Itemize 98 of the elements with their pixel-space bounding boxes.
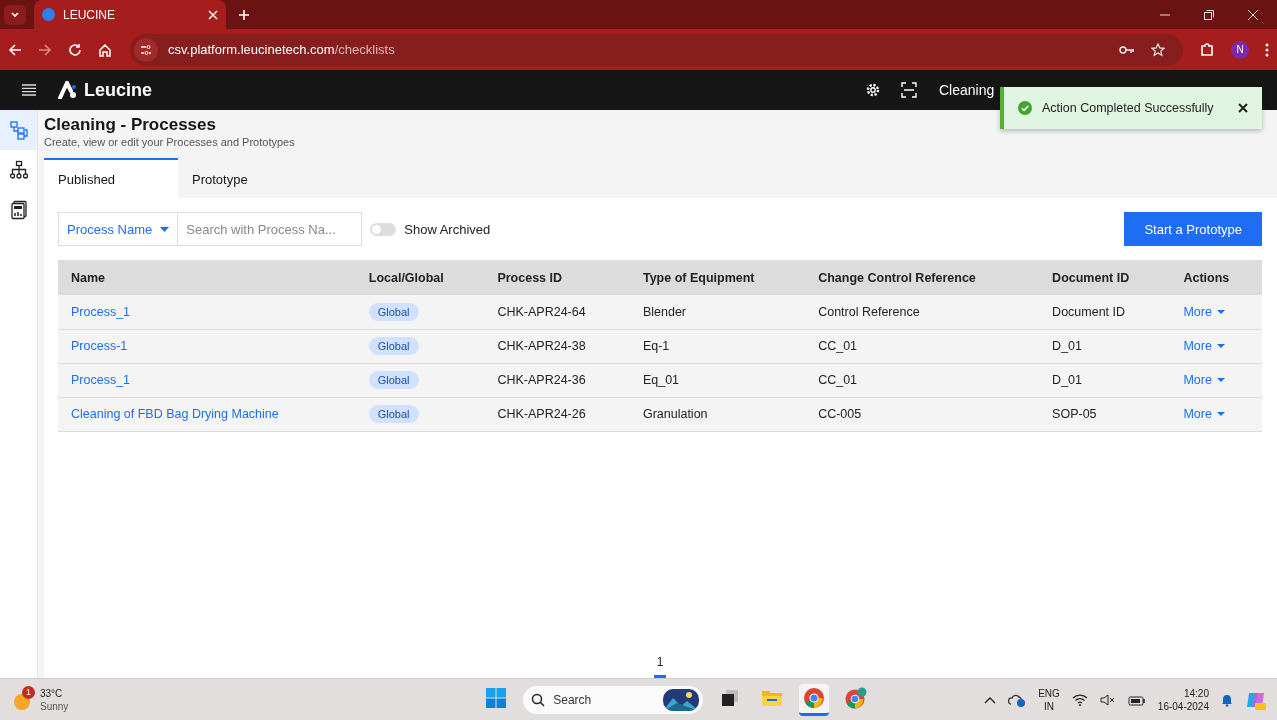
column-header: Type of Equipment (629, 260, 806, 295)
windows-icon (486, 688, 507, 708)
search-placeholder: Search (553, 692, 592, 707)
battery-icon[interactable] (1127, 693, 1146, 706)
cloud-icon[interactable] (1008, 692, 1027, 707)
table-cell: Blender (629, 295, 806, 329)
chrome-icon (803, 687, 826, 709)
language-label[interactable]: ENG (1038, 686, 1060, 700)
site-icon (42, 8, 55, 21)
tab-list-button[interactable] (4, 4, 26, 25)
table-cell: SOP-05 (1039, 397, 1171, 431)
column-header: Name (58, 260, 356, 295)
table-cell: Granulation (629, 397, 806, 431)
process-link[interactable]: Process_1 (71, 373, 131, 387)
table-cell: D_01 (1039, 329, 1171, 363)
table-cell: CHK-APR24-26 (484, 397, 630, 431)
browser-tab[interactable]: LEUCINE (34, 0, 226, 29)
menu-icon[interactable] (1265, 42, 1269, 57)
logo-icon (58, 81, 78, 99)
process-link[interactable]: Process-1 (71, 339, 128, 353)
caret-icon (1216, 412, 1225, 416)
weather-widget[interactable]: 1 33°C Sunny (14, 686, 69, 713)
column-header: Local/Global (355, 260, 485, 295)
weather-condition: Sunny (40, 699, 69, 713)
chevron-up-icon[interactable] (984, 695, 997, 704)
report-icon (8, 200, 29, 220)
scan-icon[interactable] (901, 82, 917, 98)
extensions-icon[interactable] (1199, 41, 1215, 58)
search-field[interactable]: Search with Process Na... (177, 212, 363, 246)
scope-tag: Global (368, 371, 419, 389)
toggle-switch[interactable] (370, 222, 397, 236)
notification-badge: 1 (22, 685, 35, 699)
table-cell: Eq_01 (629, 363, 806, 397)
clock-time[interactable]: 14:20 (1183, 686, 1209, 700)
close-icon[interactable] (1238, 103, 1248, 113)
column-header: Process ID (484, 260, 630, 295)
page-subtitle: Create, view or edit your Processes and Prototypes (44, 135, 296, 149)
scope-tag: Global (368, 302, 419, 321)
address-bar[interactable]: csv.platform.leucinetech.com/checklists (130, 33, 1183, 66)
more-dropdown[interactable]: More (1183, 407, 1225, 421)
check-circle-icon (1018, 101, 1032, 115)
toggle-label: Show Archived (404, 221, 491, 237)
caret-icon (10, 9, 20, 20)
tab[interactable]: Published (44, 158, 178, 198)
caret-icon (160, 226, 170, 232)
task-view-icon (720, 688, 741, 708)
muted-speaker-icon[interactable] (1099, 693, 1116, 706)
bell-icon[interactable] (1221, 692, 1233, 707)
caret-icon (1216, 309, 1225, 314)
folder-icon (761, 688, 784, 708)
brand-name: Leucine (84, 79, 153, 101)
table-cell: CHK-APR24-38 (484, 329, 630, 363)
caret-icon (1216, 344, 1225, 348)
table-cell: D_01 (1039, 363, 1171, 397)
search-icon (531, 692, 546, 707)
table-cell: Document ID (1039, 295, 1171, 329)
column-header: Actions (1170, 260, 1262, 295)
page-title: Cleaning - Processes (44, 114, 217, 135)
column-header: Document ID (1039, 260, 1171, 295)
profile-avatar[interactable]: N (1231, 40, 1249, 59)
taskbar-search[interactable]: Search (523, 685, 704, 714)
hierarchy-icon (8, 160, 29, 180)
wifi-icon[interactable] (1071, 693, 1088, 706)
star-icon[interactable] (1151, 42, 1165, 57)
toast-message: Action Completed Successfully (1042, 101, 1215, 115)
table-cell: Control Reference (805, 295, 1040, 329)
reload-icon[interactable] (68, 42, 82, 57)
new-tab-icon[interactable] (238, 8, 250, 21)
filter-dropdown[interactable]: Process Name (58, 212, 178, 246)
home-icon[interactable] (98, 42, 112, 57)
more-dropdown[interactable]: More (1183, 373, 1225, 387)
table-cell: CC_01 (805, 363, 1040, 397)
settings-icon[interactable] (865, 82, 881, 98)
table-cell: CHK-APR24-64 (484, 295, 630, 329)
header-menu-item[interactable]: Cleaning (939, 82, 995, 98)
table-cell: CHK-APR24-36 (484, 363, 630, 397)
temperature: 33°C (40, 686, 64, 700)
forward-icon[interactable] (38, 42, 52, 57)
start-prototype-button[interactable]: Start a Prototype (1124, 212, 1262, 246)
region-label[interactable]: IN (1044, 699, 1054, 713)
scope-tag: Global (368, 337, 419, 355)
process-flow-icon (8, 120, 29, 140)
table-cell: CC_01 (805, 329, 1040, 363)
column-header: Change Control Reference (805, 260, 1040, 295)
back-icon[interactable] (8, 42, 22, 57)
scope-tag: Global (368, 405, 419, 423)
process-link[interactable]: Process_1 (71, 304, 131, 319)
clock-date[interactable]: 16-04-2024 (1157, 699, 1209, 713)
more-dropdown[interactable]: More (1183, 339, 1225, 353)
key-icon[interactable] (1119, 44, 1135, 55)
site-settings-icon (134, 37, 158, 62)
tab[interactable]: Prototype (178, 158, 312, 198)
caret-icon (1216, 378, 1225, 382)
table-cell: Eq-1 (629, 329, 806, 363)
menu-icon[interactable] (22, 84, 36, 96)
table-cell: CC-005 (805, 397, 1040, 431)
restore-icon[interactable] (1203, 8, 1215, 21)
chrome-icon (844, 687, 869, 709)
